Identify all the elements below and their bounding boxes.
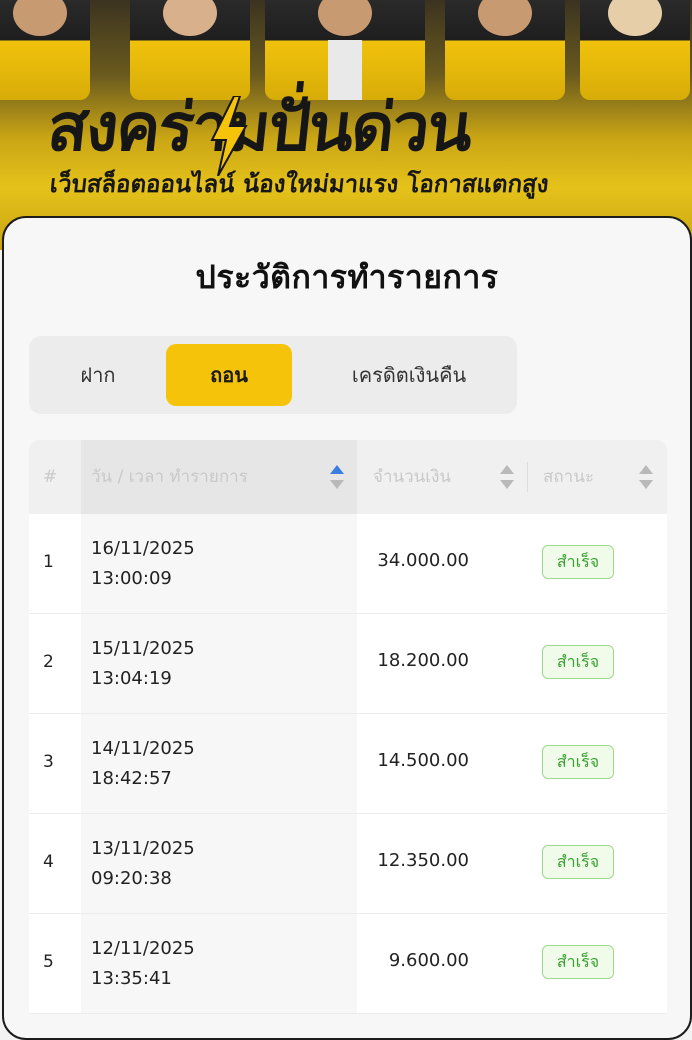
table-row: 2 15/11/2025 13:04:19 18.200.00 สำเร็จ [29,614,667,714]
sort-datetime-icon[interactable] [330,465,344,489]
table-row: 3 14/11/2025 18:42:57 14.500.00 สำเร็จ [29,714,667,814]
row-amount: 18.200.00 [377,650,469,671]
table-row: 5 12/11/2025 13:35:41 9.600.00 สำเร็จ [29,914,667,1014]
status-badge: สำเร็จ [542,745,614,779]
row-datetime: 15/11/2025 13:04:19 [91,634,195,694]
column-header-datetime[interactable]: วัน / เวลา ทำรายการ [81,440,357,514]
row-date: 13/11/2025 [91,838,195,859]
row-datetime: 13/11/2025 09:20:38 [91,834,195,894]
table-header: # วัน / เวลา ทำรายการ จำนวนเงิน สถานะ [29,440,667,514]
transaction-history-panel: ประวัติการทำรายการ ฝาก ถอน เครดิตเงินคืน… [2,216,692,1040]
tab-cashback-credit[interactable]: เครดิตเงินคืน [309,344,509,406]
banner-title: สงคร่ามปั่นด่วน [44,89,475,166]
banner-artwork [0,0,692,100]
sort-amount-icon[interactable] [500,465,514,489]
row-date: 12/11/2025 [91,938,195,959]
row-datetime: 14/11/2025 18:42:57 [91,734,195,794]
table-row: 1 16/11/2025 13:00:09 34.000.00 สำเร็จ [29,514,667,614]
row-time: 13:04:19 [91,668,172,689]
row-datetime: 16/11/2025 13:00:09 [91,534,195,594]
row-time: 18:42:57 [91,768,172,789]
column-header-datetime-label: วัน / เวลา ทำรายการ [91,467,248,487]
promo-banner: สงคร่ามปั่นด่วน เว็บสล็อตออนไลน์ น้องใหม… [0,0,692,250]
transaction-type-tabs: ฝาก ถอน เครดิตเงินคืน [29,336,517,414]
page-title: ประวัติการทำรายการ [195,258,499,296]
column-header-status[interactable]: สถานะ [543,440,594,514]
row-index: 5 [43,952,54,972]
table-row: 4 13/11/2025 09:20:38 12.350.00 สำเร็จ [29,814,667,914]
row-time: 13:00:09 [91,568,172,589]
transaction-table: # วัน / เวลา ทำรายการ จำนวนเงิน สถานะ 1 … [29,440,667,1014]
row-datetime: 12/11/2025 13:35:41 [91,934,195,994]
tab-withdraw[interactable]: ถอน [166,344,292,406]
row-date: 16/11/2025 [91,538,195,559]
status-badge: สำเร็จ [542,945,614,979]
row-date: 14/11/2025 [91,738,195,759]
row-amount: 34.000.00 [377,550,469,571]
row-time: 09:20:38 [91,868,172,889]
row-index: 2 [43,652,54,672]
row-index: 4 [43,852,54,872]
row-date: 15/11/2025 [91,638,195,659]
status-badge: สำเร็จ [542,845,614,879]
row-time: 13:35:41 [91,968,172,989]
sort-status-icon[interactable] [639,465,653,489]
row-index: 1 [43,552,54,572]
column-header-amount[interactable]: จำนวนเงิน [373,440,451,514]
row-amount: 9.600.00 [388,950,469,971]
row-index: 3 [43,752,54,772]
banner-subtitle: เว็บสล็อตออนไลน์ น้องใหม่มาแรง โอกาสแตกส… [48,170,551,198]
column-divider [527,462,528,492]
row-amount: 14.500.00 [377,750,469,771]
row-amount: 12.350.00 [377,850,469,871]
tab-deposit[interactable]: ฝาก [39,344,157,406]
status-badge: สำเร็จ [542,645,614,679]
table-body: 1 16/11/2025 13:00:09 34.000.00 สำเร็จ 2… [29,514,667,1014]
status-badge: สำเร็จ [542,545,614,579]
lightning-icon [210,96,248,176]
column-header-index: # [43,467,58,487]
